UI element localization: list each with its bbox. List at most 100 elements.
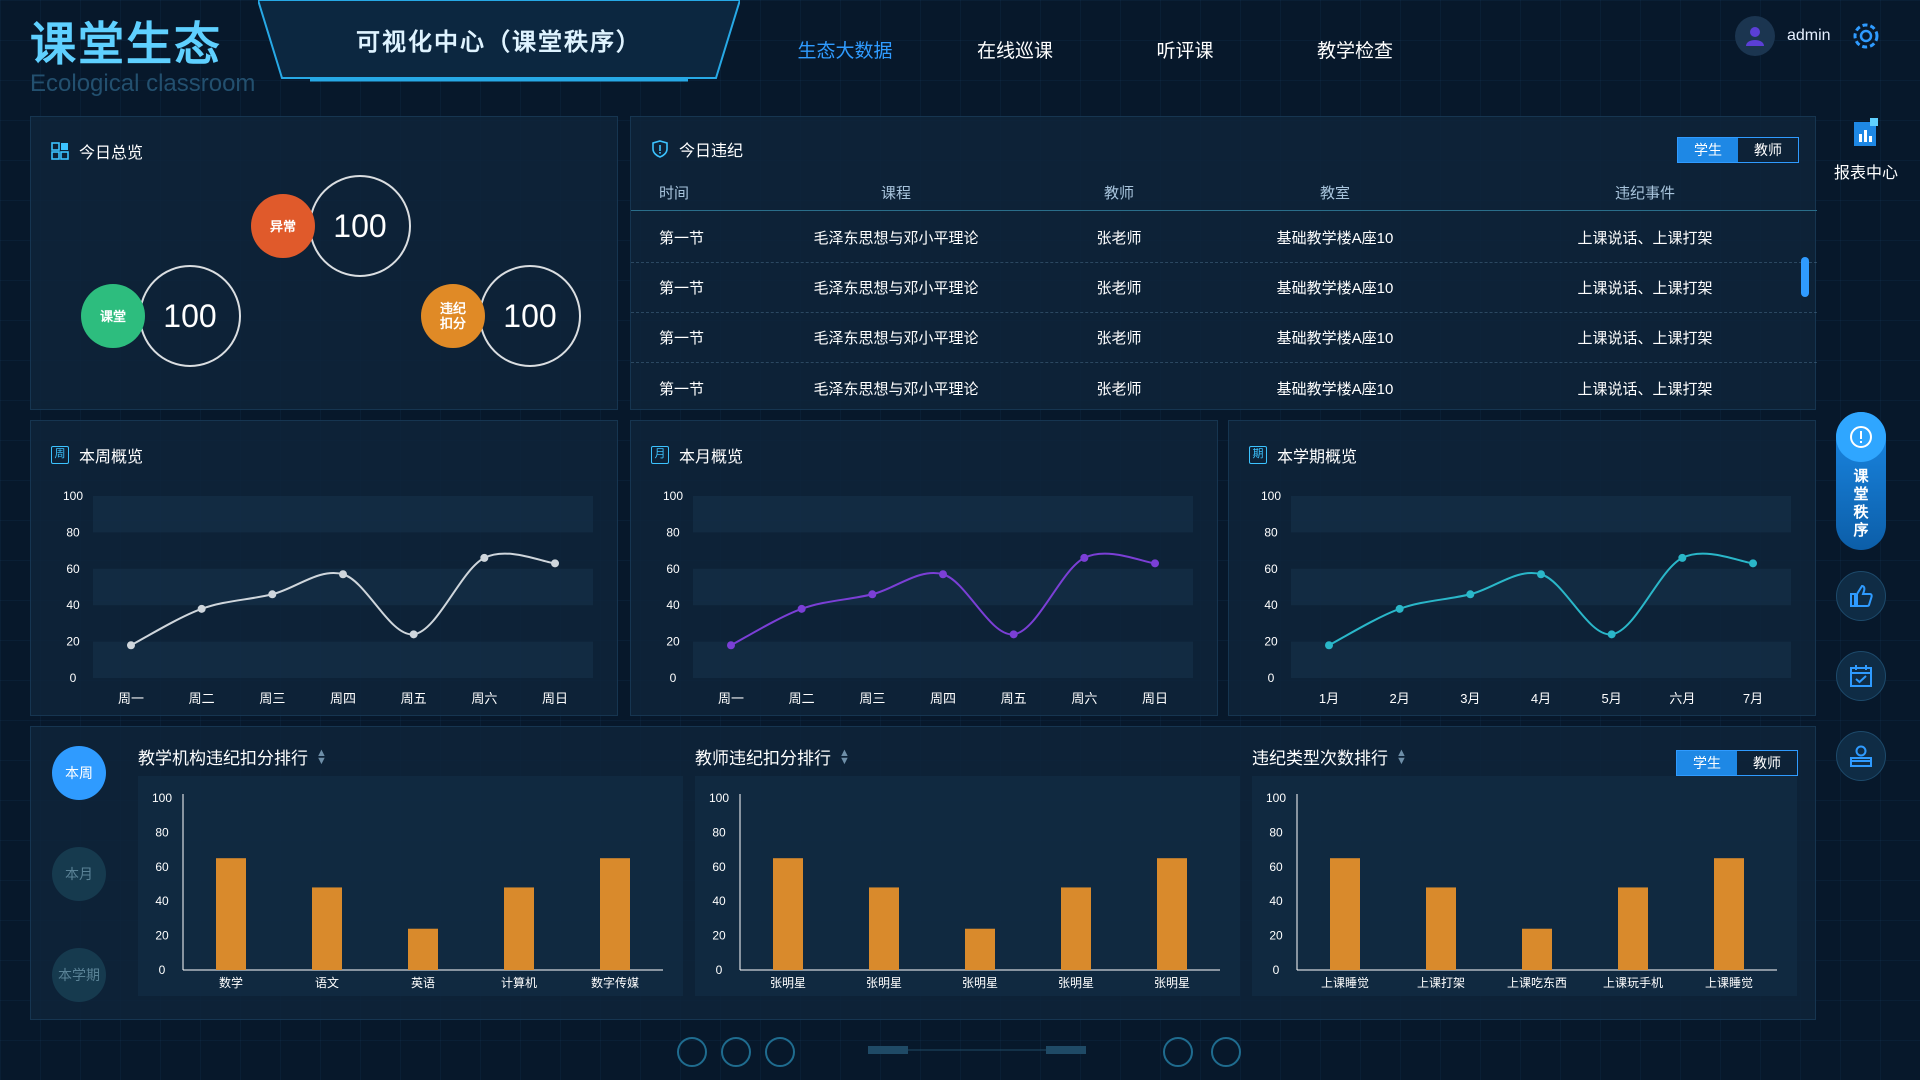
sort-icon[interactable]: ▲ ▼	[839, 747, 850, 766]
bar	[216, 858, 246, 970]
org-bar-chart: 0 20 40 60 80 100 数学 语文 英语 计算机 数字传媒	[138, 776, 683, 996]
cell-time: 第一节	[659, 380, 705, 398]
teacher-button[interactable]	[1836, 731, 1886, 781]
cell-teacher: 张老师	[1096, 280, 1142, 297]
x-tick-label: 张明星	[866, 976, 902, 990]
x-tick-label: 张明星	[962, 976, 998, 990]
x-tick-label: 周一	[718, 691, 744, 706]
cell-classroom: 基础教学楼A座10	[1276, 330, 1394, 347]
week-overview-panel: 周 本周概览 0 20 40 60 80 100 周一 周二 周三 周四 周五 周六 周日	[30, 420, 618, 716]
x-tick-label: 六月	[1669, 691, 1695, 706]
data-point	[127, 641, 135, 650]
y-tick-label: 0	[159, 963, 166, 977]
col-course: 课程	[880, 185, 911, 202]
cell-event: 上课说话、上课打架	[1577, 380, 1713, 398]
classroom-label: 课堂	[81, 284, 145, 348]
y-tick-label: 60	[712, 860, 726, 874]
y-tick-label: 0	[70, 671, 77, 685]
abnormal-value: 100	[309, 175, 411, 277]
x-tick-label: 上课睡觉	[1321, 976, 1369, 990]
plot-band	[1291, 641, 1791, 678]
x-tick-label: 周六	[471, 691, 497, 706]
table-row[interactable]: 第一节 毛泽东思想与邓小平理论 张老师 基础教学楼A座10 上课说话、上课打架	[631, 313, 1817, 363]
cell-classroom: 基础教学楼A座10	[1276, 380, 1394, 398]
x-tick-label: 上课打架	[1417, 976, 1465, 990]
period-month-button[interactable]: 本月	[52, 847, 106, 901]
cell-time: 第一节	[659, 280, 705, 297]
table-row[interactable]: 第一节 毛泽东思想与邓小平理论 张老师 基础教学楼A座10 上课说话、上课打架	[631, 213, 1817, 263]
x-tick-label: 周一	[118, 691, 144, 706]
report-center-label: 报表中心	[1833, 165, 1898, 182]
y-tick-label: 80	[712, 825, 726, 839]
period-term-button[interactable]: 本学期	[52, 948, 106, 1002]
classroom-order-label: 课堂秩序	[1853, 468, 1869, 539]
toggle-student[interactable]: 学生	[1677, 751, 1737, 775]
bar	[1426, 887, 1456, 970]
toggle-student[interactable]: 学生	[1678, 138, 1738, 162]
violations-title: 今日违纪	[651, 137, 743, 161]
violations-panel: 今日违纪 学生 教师 时间 课程 教师 教室 违纪事件 第一节 毛泽东思想与邓小…	[630, 116, 1817, 413]
term-overview-panel: 期 本学期概览 0 20 40 60 80 100 1月 2月 3月 4月 5月 六月 7月	[1228, 420, 1816, 716]
x-tick-label: 周四	[930, 691, 956, 706]
toggle-teacher[interactable]: 教师	[1738, 138, 1798, 162]
x-tick-label: 7月	[1743, 691, 1763, 706]
term-line-chart: 0 20 40 60 80 100 1月 2月 3月 4月 5月 六月 7月	[1261, 489, 1791, 706]
bar	[1330, 858, 1360, 970]
x-tick-label: 张明星	[1058, 976, 1094, 990]
data-point	[1151, 559, 1159, 568]
page-title: 可视化中心（课堂秩序）	[356, 29, 642, 56]
report-center-button[interactable]: 报表中心	[1826, 118, 1906, 183]
cell-teacher: 张老师	[1096, 230, 1142, 247]
nav-ecology-bigdata[interactable]: 生态大数据	[760, 36, 930, 63]
x-tick-label: 张明星	[1154, 976, 1190, 990]
y-tick-label: 80	[666, 525, 680, 539]
table-row[interactable]: 第一节 毛泽东思想与邓小平理论 张老师 基础教学楼A座10 上课说话、上课打架	[631, 263, 1817, 313]
y-tick-label: 60	[1269, 860, 1283, 874]
data-point	[1678, 553, 1687, 562]
x-tick-label: 语文	[315, 975, 339, 990]
nav-online-patrol[interactable]: 在线巡课	[930, 36, 1100, 63]
cell-course: 毛泽东思想与邓小平理论	[813, 230, 979, 247]
y-tick-label: 60	[1264, 562, 1278, 576]
thumbs-up-button[interactable]	[1836, 571, 1886, 621]
table-scrollbar[interactable]	[1801, 257, 1809, 297]
y-tick-label: 60	[66, 562, 80, 576]
sort-icon[interactable]: ▲ ▼	[1396, 747, 1407, 766]
ranking-org-title[interactable]: 教学机构违纪扣分排行 ▲ ▼	[138, 744, 327, 769]
y-tick-label: 100	[709, 791, 729, 805]
cell-teacher: 张老师	[1096, 380, 1142, 398]
plot-band	[693, 641, 1193, 678]
nav-lesson-review[interactable]: 听评课	[1100, 36, 1270, 63]
table-row[interactable]: 第一节 毛泽东思想与邓小平理论 张老师 基础教学楼A座10 上课说话、上课打架	[631, 363, 1817, 413]
x-tick-label: 数字传媒	[591, 975, 639, 990]
ranking-type-title[interactable]: 违纪类型次数排行 ▲ ▼	[1252, 744, 1407, 769]
ranking-teacher-title[interactable]: 教师违纪扣分排行 ▲ ▼	[695, 744, 850, 769]
sort-icon[interactable]: ▲ ▼	[316, 747, 327, 766]
period-week-button[interactable]: 本周	[52, 746, 106, 800]
grid-icon	[51, 142, 69, 160]
table-header: 时间 课程 教师 教室 违纪事件	[631, 175, 1817, 211]
data-point	[409, 630, 418, 639]
x-tick-label: 周六	[1071, 691, 1097, 706]
month-line-chart: 0 20 40 60 80 100 周一 周二 周三 周四 周五 周六 周日	[663, 489, 1193, 706]
overview-title-text: 今日总览	[79, 145, 144, 162]
gear-icon[interactable]	[1850, 20, 1882, 52]
ranking-org-title-text: 教学机构违纪扣分排行	[138, 749, 308, 768]
data-point	[1009, 630, 1018, 639]
y-tick-label: 40	[1269, 894, 1283, 908]
y-tick-label: 80	[155, 825, 169, 839]
y-tick-label: 60	[155, 860, 169, 874]
alert-icon	[1836, 412, 1886, 462]
x-tick-label: 周五	[401, 691, 427, 706]
classroom-order-tab[interactable]: 课堂秩序	[1836, 412, 1886, 550]
x-tick-label: 周五	[1001, 691, 1027, 706]
y-tick-label: 40	[712, 894, 726, 908]
y-tick-label: 0	[670, 671, 677, 685]
calendar-button[interactable]	[1836, 651, 1886, 701]
toggle-teacher[interactable]: 教师	[1737, 751, 1797, 775]
ranking-teacher-title-text: 教师违纪扣分排行	[695, 749, 831, 768]
x-tick-label: 周四	[330, 691, 356, 706]
nav-teaching-check[interactable]: 教学检查	[1270, 36, 1440, 63]
user-menu[interactable]: admin	[1735, 16, 1831, 56]
y-tick-label: 0	[1273, 963, 1280, 977]
